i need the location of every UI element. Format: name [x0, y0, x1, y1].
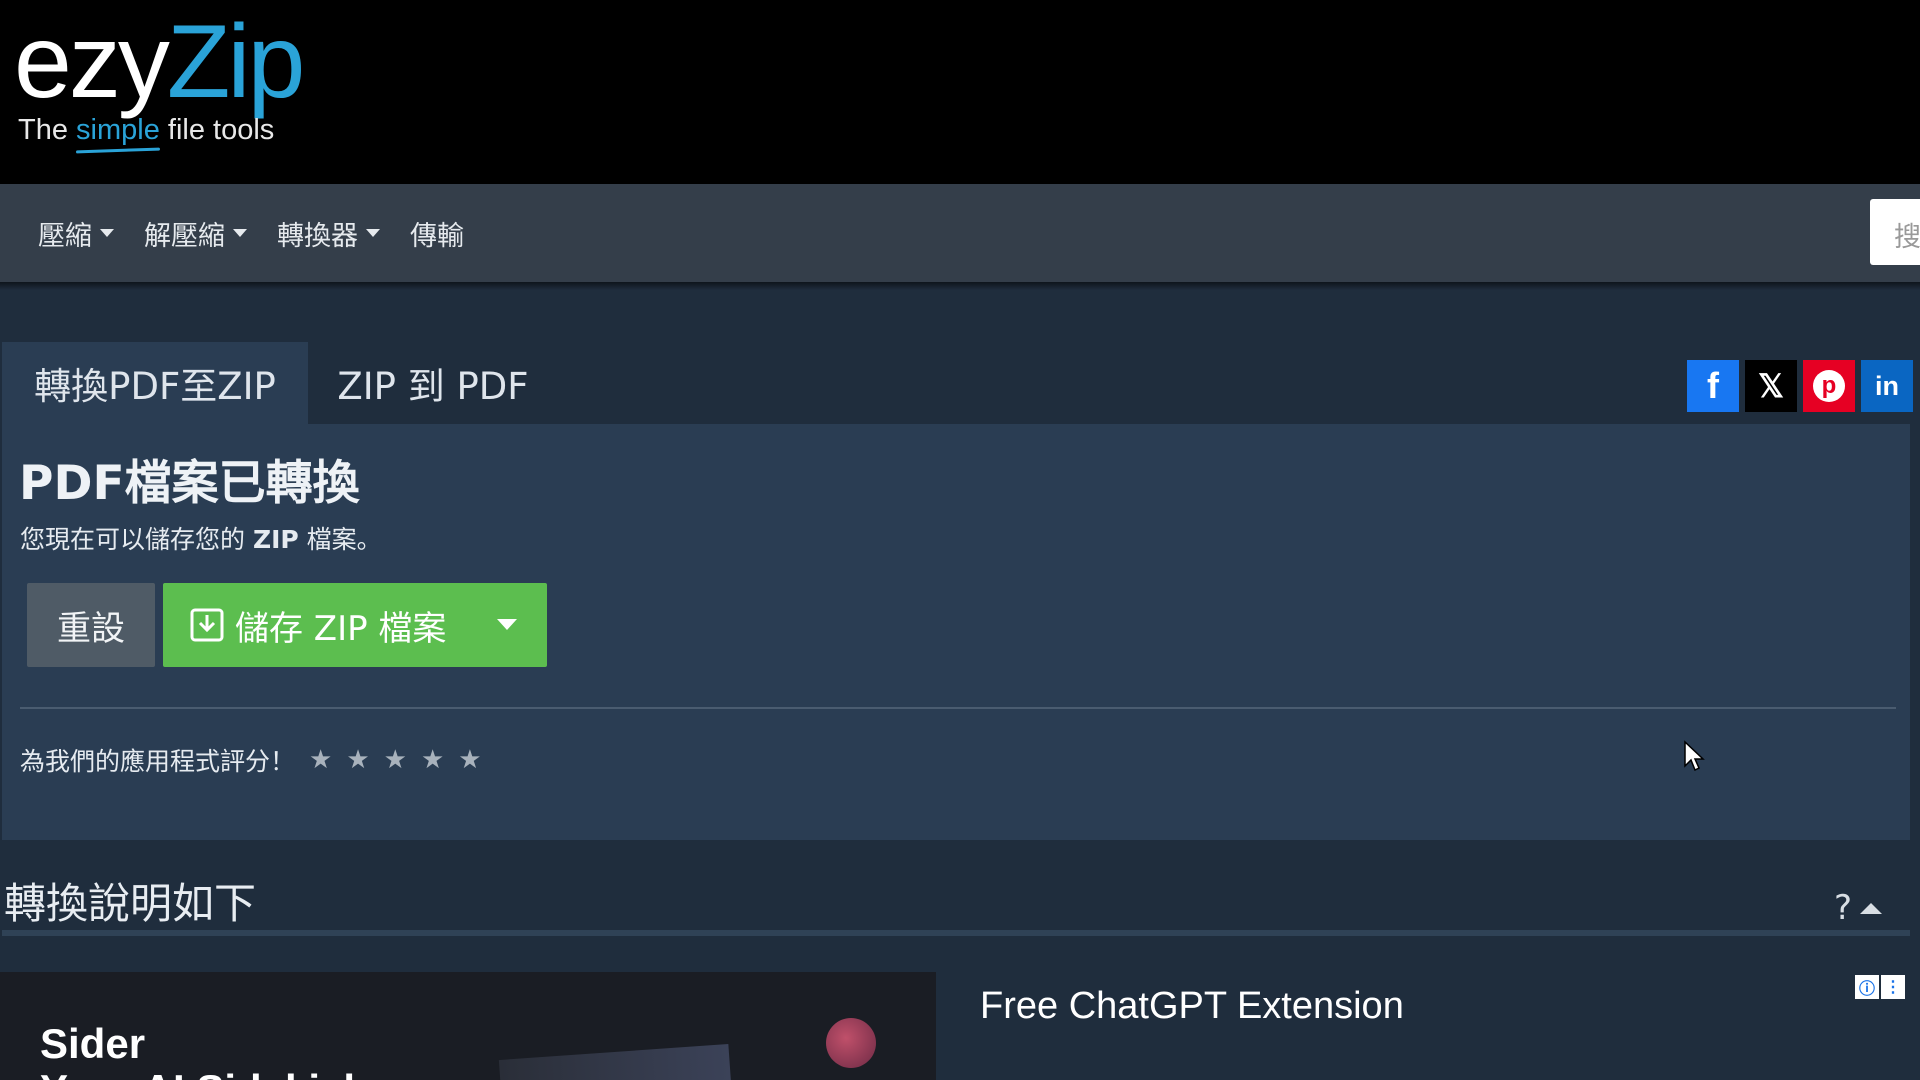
divider	[20, 707, 1896, 709]
nav-item-compress[interactable]: 壓縮	[38, 214, 114, 253]
chevron-down-icon	[233, 229, 247, 237]
ad-image[interactable]: Sider Your AI Sidekick	[0, 972, 936, 1080]
save-options-dropdown-icon[interactable]	[497, 619, 517, 630]
instructions-divider	[2, 930, 1910, 936]
x-share-button[interactable]: 𝕏	[1745, 360, 1797, 412]
nav-item-label: 傳輸	[410, 220, 464, 252]
linkedin-share-button[interactable]: in	[1861, 360, 1913, 412]
share-buttons: f 𝕏 p in	[1687, 360, 1913, 412]
nav-shadow	[0, 282, 1920, 290]
logo-wordmark: ezyZip	[14, 4, 305, 120]
download-icon	[190, 608, 224, 642]
linkedin-icon: in	[1875, 370, 1899, 401]
tab-zip-to-pdf[interactable]: ZIP 到 PDF	[318, 342, 548, 424]
star-rating: ★ ★ ★ ★ ★	[309, 745, 482, 775]
ad-orb-graphic	[826, 1018, 876, 1068]
tab-pdf-to-zip[interactable]: 轉換PDF至ZIP	[2, 342, 308, 424]
ad-screenshot-graphic	[498, 1044, 732, 1080]
logo[interactable]: ezyZip The simple file tools	[14, 4, 305, 146]
star-icon[interactable]: ★	[346, 745, 369, 775]
rating-label: 為我們的應用程式評分！	[20, 747, 296, 776]
ad-info-icon[interactable]: ⓘ	[1855, 975, 1879, 999]
star-icon[interactable]: ★	[309, 745, 332, 775]
x-icon: 𝕏	[1758, 368, 1784, 404]
facebook-icon: f	[1707, 365, 1719, 406]
chevron-up-icon	[1860, 902, 1883, 914]
main-nav: 壓縮 解壓縮 轉換器 傳輸	[0, 184, 1920, 282]
instructions-heading: 轉換說明如下	[4, 879, 257, 928]
site-header: ezyZip The simple file tools	[0, 0, 1920, 184]
ad-menu-icon[interactable]: ⋮	[1881, 975, 1905, 999]
pinterest-share-button[interactable]: p	[1803, 360, 1855, 412]
rating-row: 為我們的應用程式評分！ ★ ★ ★ ★ ★	[20, 742, 482, 778]
save-button-label: 儲存 ZIP 檔案	[235, 608, 447, 649]
star-icon[interactable]: ★	[421, 745, 444, 775]
result-message: 您現在可以儲存您的 ZIP 檔案。	[20, 525, 382, 554]
nav-item-extract[interactable]: 解壓縮	[144, 214, 247, 253]
facebook-share-button[interactable]: f	[1687, 360, 1739, 412]
star-icon[interactable]: ★	[458, 745, 481, 775]
nav-item-label: 壓縮	[38, 220, 92, 252]
nav-item-converter[interactable]: 轉換器	[277, 214, 380, 253]
mouse-cursor-icon	[1684, 740, 1705, 772]
search-input[interactable]: 搜	[1870, 199, 1920, 265]
chevron-down-icon	[366, 229, 380, 237]
page-title: PDF檔案已轉換	[19, 456, 360, 511]
ad-subline: Your AI Sidekick	[40, 1066, 367, 1080]
help-icon: ?	[1834, 888, 1853, 928]
star-icon[interactable]: ★	[384, 745, 407, 775]
ad-controls: ⓘ ⋮	[1855, 975, 1905, 999]
nav-item-label: 解壓縮	[144, 220, 225, 252]
chevron-down-icon	[100, 229, 114, 237]
ad-headline[interactable]: Free ChatGPT Extension	[980, 985, 1404, 1028]
save-zip-button[interactable]: 儲存 ZIP 檔案	[163, 583, 547, 667]
nav-item-transfer[interactable]: 傳輸	[410, 214, 464, 253]
nav-item-label: 轉換器	[277, 220, 358, 252]
ad-brand: Sider	[40, 1020, 146, 1067]
reset-button[interactable]: 重設	[27, 583, 155, 667]
pinterest-icon: p	[1813, 370, 1845, 402]
instructions-toggle[interactable]: ?	[1834, 888, 1883, 928]
logo-tagline: The simple file tools	[18, 114, 275, 146]
